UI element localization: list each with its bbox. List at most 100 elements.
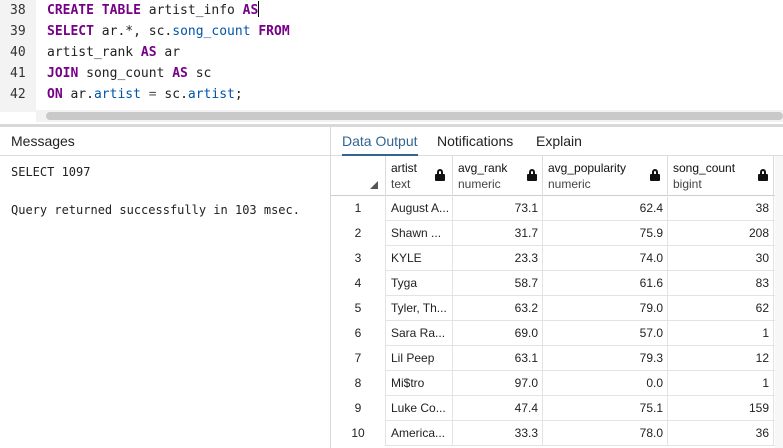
cell-artist[interactable]: Mi$tro	[386, 371, 453, 396]
cell-avg-popularity[interactable]: 61.6	[543, 271, 668, 296]
column-header-song-count[interactable]: song_count bigint	[668, 156, 774, 196]
row-number[interactable]: 2	[331, 221, 386, 246]
grid-header-row: artist text avg_rank numeric avg_popular…	[331, 156, 783, 196]
row-number-header[interactable]	[331, 156, 386, 196]
cell-artist[interactable]: Tyler, Th...	[386, 296, 453, 321]
cell-avg-popularity[interactable]: 57.0	[543, 321, 668, 346]
cell-song-count[interactable]: 12	[668, 346, 774, 371]
cell-artist[interactable]: Luke Co...	[386, 396, 453, 421]
column-name: avg_popularity	[548, 161, 627, 175]
cell-artist[interactable]: Tyga	[386, 271, 453, 296]
cell-song-count[interactable]: 30	[668, 246, 774, 271]
row-number[interactable]: 5	[331, 296, 386, 321]
cell-artist[interactable]: Sara Ra...	[386, 321, 453, 346]
cell-artist[interactable]: Shawn ...	[386, 221, 453, 246]
cell-artist[interactable]: KYLE	[386, 246, 453, 271]
code-token: sc.	[156, 87, 188, 102]
column-type: numeric	[458, 177, 501, 191]
cell-avg-popularity[interactable]: 75.9	[543, 221, 668, 246]
select-all-triangle-icon[interactable]	[370, 181, 378, 189]
code-token: artist	[93, 87, 141, 102]
text-cursor	[258, 1, 260, 17]
line-number: 38	[10, 3, 26, 18]
cell-avg-rank[interactable]: 23.3	[453, 246, 543, 271]
cell-avg-popularity[interactable]: 79.0	[543, 296, 668, 321]
cell-avg-popularity[interactable]: 79.3	[543, 346, 668, 371]
column-header-avg-popularity[interactable]: avg_popularity numeric	[543, 156, 668, 196]
cell-avg-popularity[interactable]: 62.4	[543, 196, 668, 221]
cell-song-count[interactable]: 36	[668, 421, 774, 446]
lock-icon	[435, 169, 445, 181]
table-row[interactable]: 10 America... 33.3 78.0 36	[331, 421, 783, 446]
sql-editor[interactable]: 38 CREATE TABLE artist_info AS 39 SELECT ar…	[0, 0, 783, 124]
cell-artist[interactable]: August A...	[386, 196, 453, 221]
code-text[interactable]: SELECT ar.*, sc.song_count FROM	[47, 21, 290, 42]
cell-song-count[interactable]: 208	[668, 221, 774, 246]
cell-artist[interactable]: Lil Peep	[386, 346, 453, 371]
table-row[interactable]: 1 August A... 73.1 62.4 38	[331, 196, 783, 221]
cell-song-count[interactable]: 83	[668, 271, 774, 296]
table-row[interactable]: 8 Mi$tro 97.0 0.0 1	[331, 371, 783, 396]
table-row[interactable]: 7 Lil Peep 63.1 79.3 12	[331, 346, 783, 371]
cell-avg-rank[interactable]: 58.7	[453, 271, 543, 296]
code-line[interactable]: 40 artist_rank AS ar	[0, 42, 783, 63]
cell-avg-rank[interactable]: 73.1	[453, 196, 543, 221]
line-number: 42	[10, 87, 26, 102]
table-row[interactable]: 3 KYLE 23.3 74.0 30	[331, 246, 783, 271]
row-number[interactable]: 9	[331, 396, 386, 421]
row-number[interactable]: 7	[331, 346, 386, 371]
tab-data-output[interactable]: Data Output	[342, 127, 418, 156]
cell-song-count[interactable]: 1	[668, 371, 774, 396]
cell-artist[interactable]: America...	[386, 421, 453, 446]
cell-song-count[interactable]: 38	[668, 196, 774, 221]
table-row[interactable]: 9 Luke Co... 47.4 75.1 159	[331, 396, 783, 421]
column-header-avg-rank[interactable]: avg_rank numeric	[453, 156, 543, 196]
line-number: 39	[10, 24, 26, 39]
code-text[interactable]: CREATE TABLE artist_info AS	[47, 0, 260, 21]
cell-avg-popularity[interactable]: 75.1	[543, 396, 668, 421]
cell-avg-rank[interactable]: 31.7	[453, 221, 543, 246]
cell-avg-rank[interactable]: 97.0	[453, 371, 543, 396]
column-name: song_count	[673, 161, 736, 175]
cell-avg-rank[interactable]: 47.4	[453, 396, 543, 421]
table-row[interactable]: 2 Shawn ... 31.7 75.9 208	[331, 221, 783, 246]
code-token: SELECT	[47, 24, 94, 39]
cell-avg-rank[interactable]: 69.0	[453, 321, 543, 346]
cell-avg-popularity[interactable]: 78.0	[543, 421, 668, 446]
code-token: JOIN	[47, 66, 79, 81]
cell-avg-rank[interactable]: 33.3	[453, 421, 543, 446]
row-number[interactable]: 4	[331, 271, 386, 296]
code-token: sc	[187, 66, 212, 81]
cell-song-count[interactable]: 159	[668, 396, 774, 421]
cell-avg-rank[interactable]: 63.2	[453, 296, 543, 321]
column-type: text	[391, 177, 411, 191]
row-number[interactable]: 1	[331, 196, 386, 221]
editor-horizontal-scrollbar-thumb[interactable]	[46, 112, 783, 120]
code-token: =	[148, 87, 157, 102]
table-row[interactable]: 5 Tyler, Th... 63.2 79.0 62	[331, 296, 783, 321]
table-row[interactable]: 4 Tyga 58.7 61.6 83	[331, 271, 783, 296]
grid-vertical-scrollbar[interactable]	[775, 156, 783, 448]
cell-avg-popularity[interactable]: 74.0	[543, 246, 668, 271]
code-line[interactable]: 39 SELECT ar.*, sc.song_count FROM	[0, 21, 783, 42]
code-text[interactable]: JOIN song_count AS sc	[47, 63, 211, 84]
cell-avg-rank[interactable]: 63.1	[453, 346, 543, 371]
cell-song-count[interactable]: 62	[668, 296, 774, 321]
row-number[interactable]: 6	[331, 321, 386, 346]
tab-explain[interactable]: Explain	[536, 127, 582, 156]
cell-avg-popularity[interactable]: 0.0	[543, 371, 668, 396]
row-number[interactable]: 3	[331, 246, 386, 271]
row-number[interactable]: 10	[331, 421, 386, 446]
code-line[interactable]: 42 ON ar.artist = sc.artist;	[0, 84, 783, 105]
column-type: numeric	[548, 177, 591, 191]
code-text[interactable]: ON ar.artist = sc.artist;	[47, 84, 243, 105]
code-text[interactable]: artist_rank AS ar	[47, 42, 180, 63]
code-token: AS	[140, 45, 157, 60]
row-number[interactable]: 8	[331, 371, 386, 396]
code-line[interactable]: 38 CREATE TABLE artist_info AS	[0, 0, 783, 21]
code-line[interactable]: 41 JOIN song_count AS sc	[0, 63, 783, 84]
table-row[interactable]: 6 Sara Ra... 69.0 57.0 1	[331, 321, 783, 346]
cell-song-count[interactable]: 1	[668, 321, 774, 346]
tab-notifications[interactable]: Notifications	[437, 127, 513, 156]
column-header-artist[interactable]: artist text	[386, 156, 453, 196]
